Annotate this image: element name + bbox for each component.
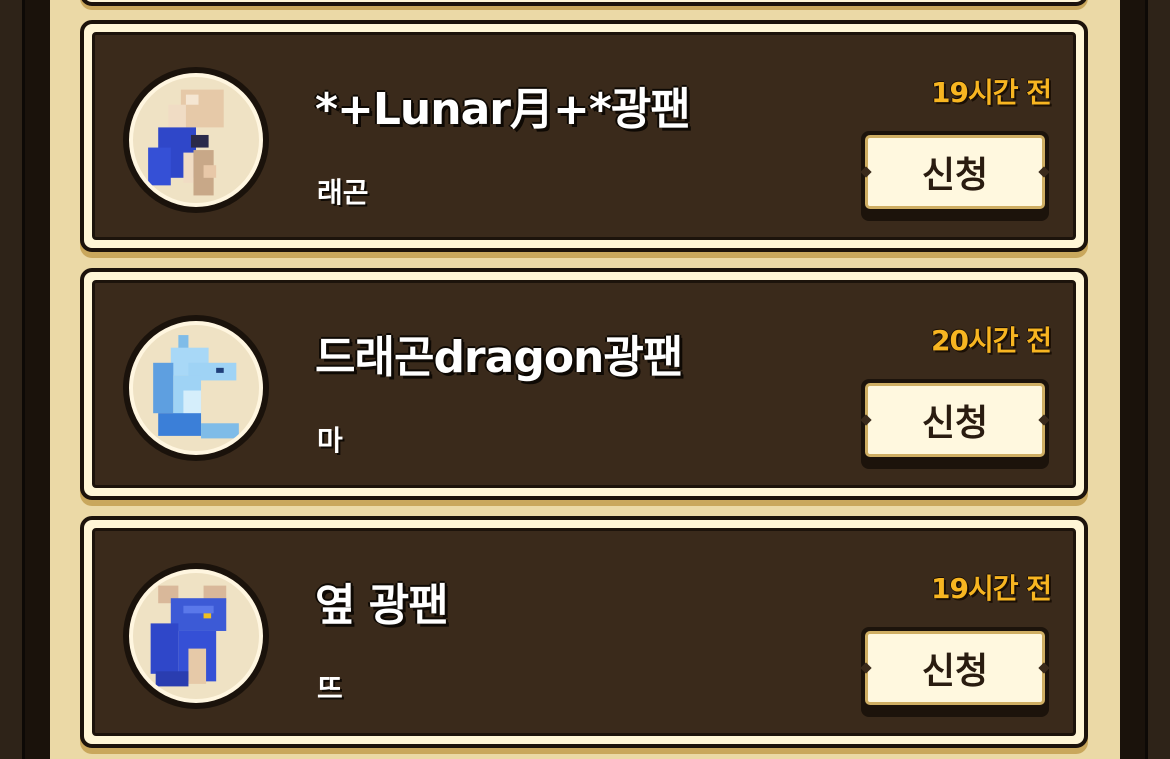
apply-button[interactable]: 신청 (861, 627, 1049, 717)
request-message: 뜨 (317, 672, 343, 705)
request-time: 19시간 전 (931, 76, 1052, 109)
requester-name: 옆 광팬 (315, 580, 449, 631)
dragon-sprite (150, 585, 227, 687)
request-card: 드래곤dragon광팬 마 20시간 전 신청 (80, 268, 1088, 500)
request-message: 마 (317, 424, 343, 457)
white-blue-dragon-avatar-icon (123, 67, 269, 213)
requester-name: 드래곤dragon광팬 (315, 332, 683, 383)
dragon-sprite (148, 89, 224, 196)
request-message: 래곤 (317, 176, 369, 209)
request-card: *+Lunar月+*광팬 래곤 19시간 전 신청 (80, 20, 1088, 252)
apply-button[interactable]: 신청 (861, 379, 1049, 469)
blue-dragon-avatar-icon (123, 563, 269, 709)
request-time: 20시간 전 (931, 324, 1052, 357)
request-card-partial (80, 0, 1088, 6)
dragon-sprite (153, 335, 239, 439)
light-blue-dragon-avatar-icon (123, 315, 269, 461)
left-frame (22, 0, 53, 759)
apply-button-label: 신청 (865, 135, 1045, 209)
right-frame (1117, 0, 1148, 759)
apply-button-label: 신청 (865, 631, 1045, 705)
request-time: 19시간 전 (931, 572, 1052, 605)
apply-button-label: 신청 (865, 383, 1045, 457)
request-card: 옆 광팬 뜨 19시간 전 신청 (80, 516, 1088, 748)
apply-button[interactable]: 신청 (861, 131, 1049, 221)
requester-name: *+Lunar月+*광팬 (315, 84, 691, 135)
